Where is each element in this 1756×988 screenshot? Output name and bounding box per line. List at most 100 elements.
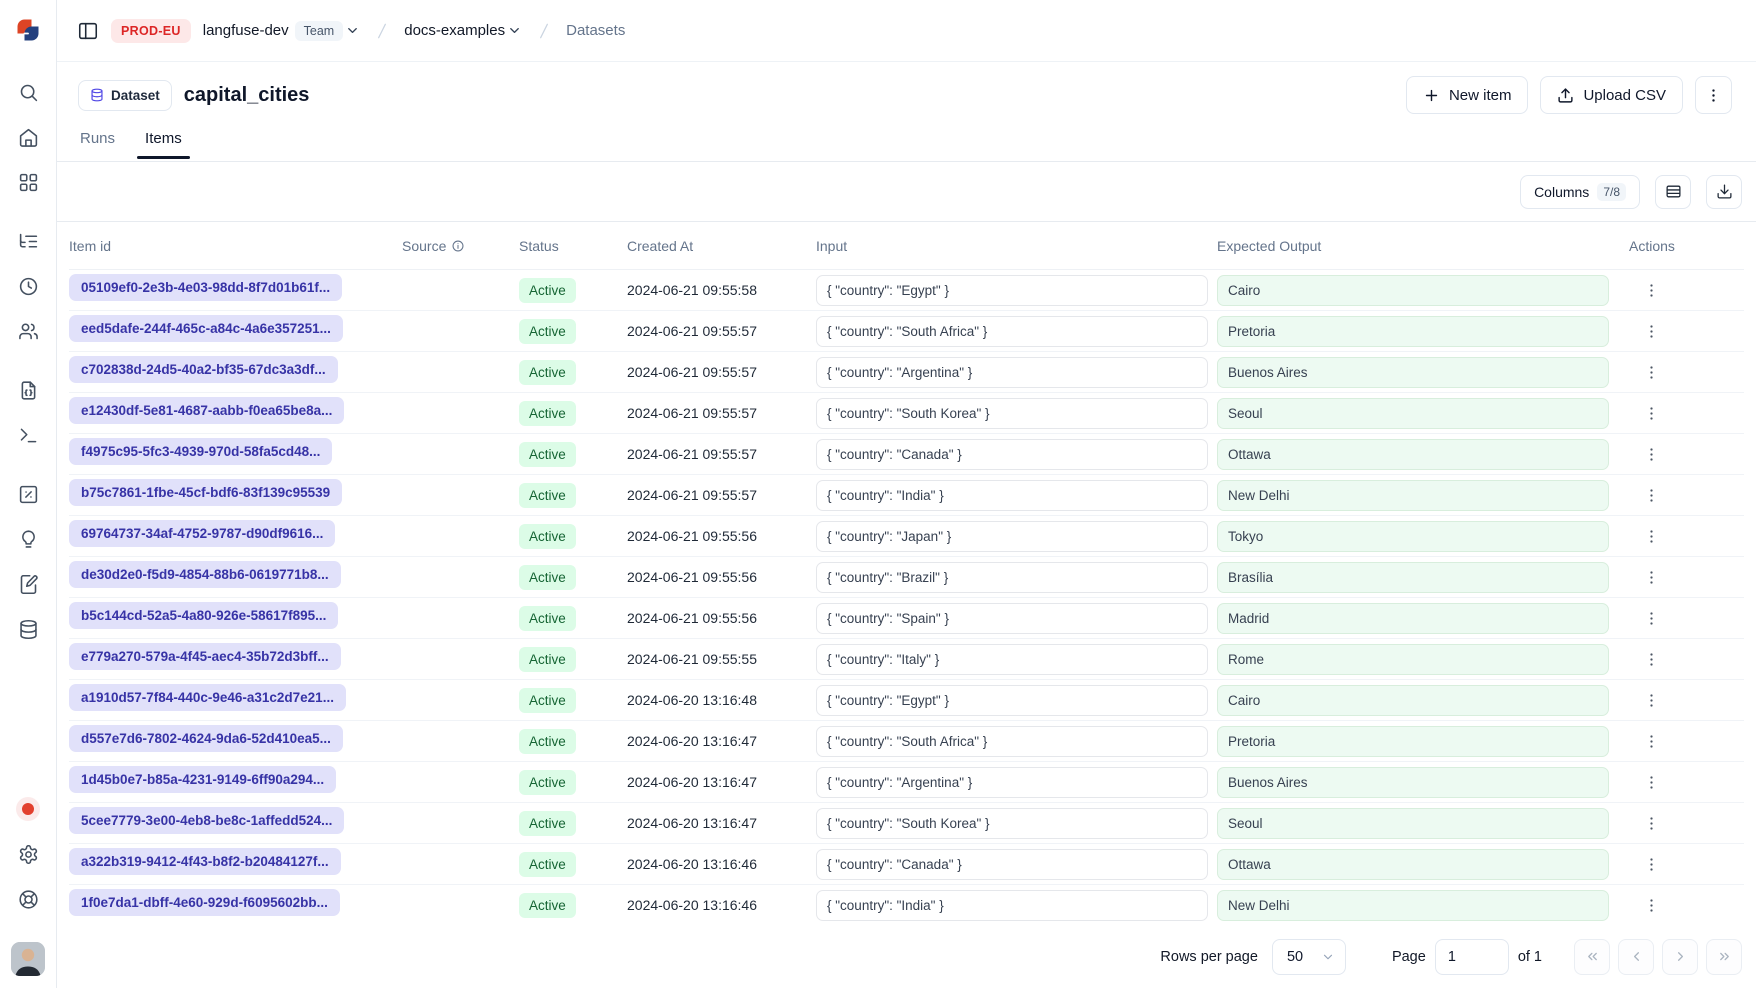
expected-output-cell: Ottawa bbox=[1217, 849, 1629, 880]
page-number-input[interactable] bbox=[1435, 939, 1509, 975]
status-badge: Active bbox=[519, 811, 576, 836]
item-id-pill[interactable]: f4975c95-5fc3-4939-970d-58fa5cd48... bbox=[69, 438, 332, 465]
row-actions-menu-button[interactable] bbox=[1637, 645, 1665, 673]
item-id-pill[interactable]: e779a270-579a-4f45-aec4-35b72d3bff... bbox=[69, 643, 341, 670]
row-actions-menu-button[interactable] bbox=[1637, 481, 1665, 509]
table-row[interactable]: 69764737-34af-4752-9787-d90df9616... Act… bbox=[69, 516, 1744, 557]
row-actions-menu-button[interactable] bbox=[1637, 727, 1665, 755]
sidebar-item-traces[interactable] bbox=[8, 221, 48, 261]
input-preview: { "country": "Argentina" } bbox=[816, 767, 1208, 798]
item-id-pill[interactable]: 5cee7779-3e00-4eb8-be8c-1affedd524... bbox=[69, 807, 344, 834]
user-avatar[interactable] bbox=[11, 942, 45, 976]
last-page-button[interactable] bbox=[1706, 939, 1742, 975]
sidebar-item-users[interactable] bbox=[8, 311, 48, 351]
sidebar-item-dashboards[interactable] bbox=[8, 162, 48, 202]
item-id-pill[interactable]: b5c144cd-52a5-4a80-926e-58617f895... bbox=[69, 602, 338, 629]
info-icon[interactable] bbox=[451, 239, 465, 253]
sidebar-item-home[interactable] bbox=[8, 117, 48, 157]
table-row[interactable]: 5cee7779-3e00-4eb8-be8c-1affedd524... Ac… bbox=[69, 803, 1744, 844]
langfuse-logo[interactable] bbox=[14, 16, 42, 44]
sidebar-item-settings[interactable] bbox=[8, 834, 48, 874]
table-row[interactable]: b5c144cd-52a5-4a80-926e-58617f895... Act… bbox=[69, 598, 1744, 639]
sidebar-item-support[interactable] bbox=[8, 879, 48, 919]
sidebar-item-sessions[interactable] bbox=[8, 266, 48, 306]
row-actions-menu-button[interactable] bbox=[1637, 399, 1665, 427]
item-id-pill[interactable]: c702838d-24d5-40a2-bf35-67dc3a3df... bbox=[69, 356, 338, 383]
table-row[interactable]: de30d2e0-f5d9-4854-88b6-0619771b8... Act… bbox=[69, 557, 1744, 598]
row-actions-menu-button[interactable] bbox=[1637, 850, 1665, 878]
input-cell: { "country": "Italy" } bbox=[816, 644, 1217, 675]
project-selector[interactable]: docs-examples bbox=[404, 22, 522, 39]
project-dropdown-button[interactable] bbox=[507, 23, 522, 38]
row-actions-menu-button[interactable] bbox=[1637, 686, 1665, 714]
table-row[interactable]: a322b319-9412-4f43-b8f2-b20484127f... Ac… bbox=[69, 844, 1744, 885]
created-at-cell: 2024-06-21 09:55:57 bbox=[627, 323, 816, 339]
item-id-cell: 5cee7779-3e00-4eb8-be8c-1affedd524... bbox=[69, 807, 402, 839]
previous-page-button[interactable] bbox=[1618, 939, 1654, 975]
item-id-pill[interactable]: a322b319-9412-4f43-b8f2-b20484127f... bbox=[69, 848, 341, 875]
item-id-pill[interactable]: 05109ef0-2e3b-4e03-98dd-8f7d01b61f... bbox=[69, 274, 342, 301]
input-cell: { "country": "Egypt" } bbox=[816, 685, 1217, 716]
sidebar-item-playground[interactable] bbox=[8, 415, 48, 455]
sidebar-item-search[interactable] bbox=[8, 72, 48, 112]
item-id-pill[interactable]: 1d45b0e7-b85a-4231-9149-6ff90a294... bbox=[69, 766, 336, 793]
row-actions-menu-button[interactable] bbox=[1637, 604, 1665, 632]
table-row[interactable]: eed5dafe-244f-465c-a84c-4a6e357251... Ac… bbox=[69, 311, 1744, 352]
item-id-pill[interactable]: d557e7d6-7802-4624-9da6-52d410ea5... bbox=[69, 725, 343, 752]
table-row[interactable]: b75c7861-1fbe-45cf-bdf6-83f139c95539 Act… bbox=[69, 475, 1744, 516]
item-id-pill[interactable]: eed5dafe-244f-465c-a84c-4a6e357251... bbox=[69, 315, 343, 342]
row-actions-menu-button[interactable] bbox=[1637, 891, 1665, 919]
item-id-pill[interactable]: e12430df-5e81-4687-aabb-f0ea65be8a... bbox=[69, 397, 344, 424]
new-item-button[interactable]: New item bbox=[1406, 76, 1529, 114]
table-row[interactable]: e12430df-5e81-4687-aabb-f0ea65be8a... Ac… bbox=[69, 393, 1744, 434]
sidebar-bottom bbox=[8, 789, 48, 988]
kebab-menu-icon bbox=[1643, 610, 1660, 627]
actions-cell bbox=[1629, 809, 1744, 837]
row-actions-menu-button[interactable] bbox=[1637, 768, 1665, 796]
table-row[interactable]: a1910d57-7f84-440c-9e46-a31c2d7e21... Ac… bbox=[69, 680, 1744, 721]
org-dropdown-button[interactable] bbox=[345, 23, 360, 38]
rows-per-page-select[interactable]: 50 bbox=[1272, 939, 1346, 975]
table-row[interactable]: d557e7d6-7802-4624-9da6-52d410ea5... Act… bbox=[69, 721, 1744, 762]
org-selector[interactable]: langfuse-dev Team bbox=[203, 21, 360, 41]
table-row[interactable]: e779a270-579a-4f45-aec4-35b72d3bff... Ac… bbox=[69, 639, 1744, 680]
tab-runs[interactable]: Runs bbox=[78, 128, 117, 158]
notification-dot[interactable] bbox=[8, 789, 48, 829]
table-row[interactable]: 1d45b0e7-b85a-4231-9149-6ff90a294... Act… bbox=[69, 762, 1744, 803]
sidebar-item-annotations[interactable] bbox=[8, 564, 48, 604]
tab-items[interactable]: Items bbox=[143, 128, 184, 158]
row-actions-menu-button[interactable] bbox=[1637, 522, 1665, 550]
table-row[interactable]: c702838d-24d5-40a2-bf35-67dc3a3df... Act… bbox=[69, 352, 1744, 393]
actions-cell bbox=[1629, 768, 1744, 796]
settings-gear-icon bbox=[18, 844, 39, 865]
row-height-button[interactable] bbox=[1655, 175, 1691, 209]
upload-csv-button[interactable]: Upload CSV bbox=[1540, 76, 1683, 114]
item-id-pill[interactable]: 1f0e7da1-dbff-4e60-929d-f6095602bb... bbox=[69, 889, 340, 916]
first-page-button[interactable] bbox=[1574, 939, 1610, 975]
row-actions-menu-button[interactable] bbox=[1637, 317, 1665, 345]
row-actions-menu-button[interactable] bbox=[1637, 563, 1665, 591]
sidebar-item-datasets[interactable] bbox=[8, 609, 48, 649]
columns-button[interactable]: Columns 7/8 bbox=[1520, 175, 1640, 209]
item-id-pill[interactable]: b75c7861-1fbe-45cf-bdf6-83f139c95539 bbox=[69, 479, 342, 506]
item-id-pill[interactable]: a1910d57-7f84-440c-9e46-a31c2d7e21... bbox=[69, 684, 346, 711]
actions-cell bbox=[1629, 440, 1744, 468]
input-preview: { "country": "Spain" } bbox=[816, 603, 1208, 634]
page-more-actions-button[interactable] bbox=[1695, 76, 1732, 114]
next-page-button[interactable] bbox=[1662, 939, 1698, 975]
sidebar-item-insights[interactable] bbox=[8, 519, 48, 559]
table-row[interactable]: f4975c95-5fc3-4939-970d-58fa5cd48... Act… bbox=[69, 434, 1744, 475]
sidebar-item-prompts[interactable] bbox=[8, 370, 48, 410]
item-id-pill[interactable]: 69764737-34af-4752-9787-d90df9616... bbox=[69, 520, 335, 547]
row-actions-menu-button[interactable] bbox=[1637, 276, 1665, 304]
sidebar-item-evaluators[interactable] bbox=[8, 474, 48, 514]
item-id-pill[interactable]: de30d2e0-f5d9-4854-88b6-0619771b8... bbox=[69, 561, 341, 588]
export-download-button[interactable] bbox=[1706, 175, 1742, 209]
row-actions-menu-button[interactable] bbox=[1637, 809, 1665, 837]
sidebar-toggle-button[interactable] bbox=[77, 20, 99, 42]
row-actions-menu-button[interactable] bbox=[1637, 440, 1665, 468]
datasets-database-icon bbox=[18, 619, 39, 640]
table-row[interactable]: 1f0e7da1-dbff-4e60-929d-f6095602bb... Ac… bbox=[69, 885, 1744, 925]
row-actions-menu-button[interactable] bbox=[1637, 358, 1665, 386]
table-row[interactable]: 05109ef0-2e3b-4e03-98dd-8f7d01b61f... Ac… bbox=[69, 270, 1744, 311]
